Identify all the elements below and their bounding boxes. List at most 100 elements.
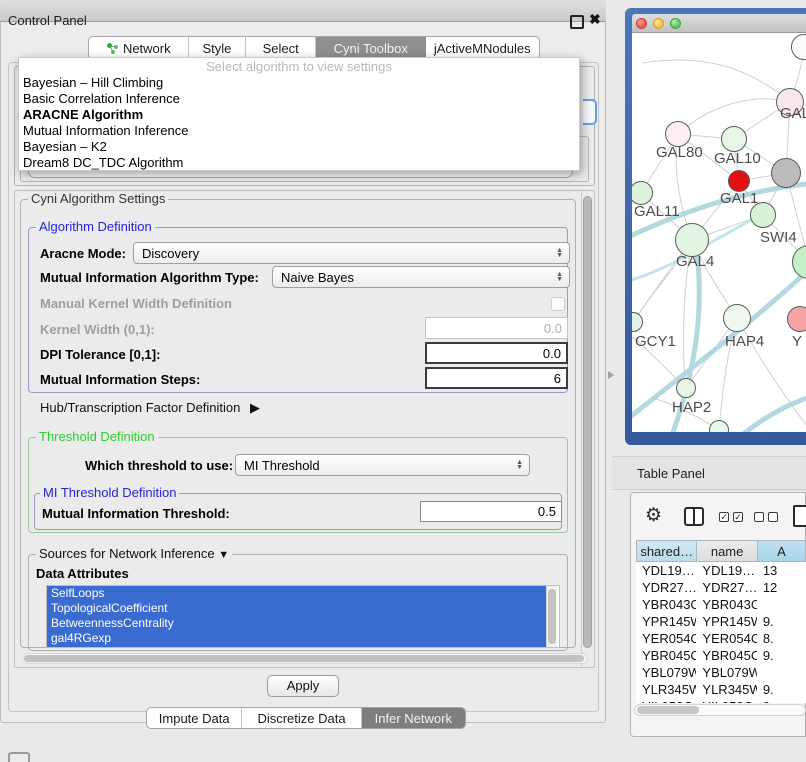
splitter-handle-icon[interactable] [608, 371, 614, 379]
float-window-icon[interactable] [570, 15, 584, 29]
close-traffic-light[interactable] [636, 18, 647, 29]
split-column-icon[interactable] [684, 507, 704, 526]
threshold-definition-title: Threshold Definition [36, 430, 158, 444]
table-row[interactable]: YIL052CYIL052C9 [636, 698, 806, 703]
hub-definition-toggle[interactable]: Hub/Transcription Factor Definition ▶ [40, 400, 260, 416]
table-row[interactable]: YBL079WYBL079W [636, 664, 806, 681]
table-cell: YLR345W [636, 681, 696, 698]
node-hap4[interactable] [723, 304, 751, 332]
document-icon[interactable] [793, 505, 806, 527]
bottom-tabstrip: Impute DataDiscretize DataInfer Network [146, 707, 466, 729]
control-panel-titlebar [0, 0, 606, 22]
minimize-traffic-light[interactable] [653, 18, 664, 29]
algorithm-option-mutual-information-inference[interactable]: Mutual Information Inference [19, 123, 579, 139]
checked-box-icon: ✓ [733, 512, 743, 522]
dropdown-placeholder: Select algorithm to view settings [19, 58, 579, 75]
algorithm-option-dream8-dc-tdc-algorithm[interactable]: Dream8 DC_TDC Algorithm [19, 155, 579, 171]
sources-title-text: Sources for Network Inference [39, 546, 215, 561]
table-hscrollbar-thumb[interactable] [637, 706, 699, 714]
dpi-tolerance-field[interactable] [425, 342, 568, 364]
combo-arrows-icon: ▲▼ [556, 248, 563, 258]
mi-threshold-field[interactable] [420, 501, 562, 522]
table-cell: YDR27… [696, 579, 756, 596]
manual-kernel-checkbox[interactable] [551, 297, 565, 311]
mi-threshold-group-title: MI Threshold Definition [40, 486, 179, 500]
attributes-vscrollbar-thumb[interactable] [548, 589, 556, 644]
attribute-item-topologicalcoefficient[interactable]: TopologicalCoefficient [47, 601, 547, 616]
node-gal10[interactable] [721, 126, 747, 152]
bottom-tab-impute-data[interactable]: Impute Data [147, 708, 242, 728]
node-red-node[interactable] [728, 170, 750, 192]
mi-algorithm-type-combo[interactable]: Naive Bayes ▲▼ [272, 266, 570, 288]
cyni-algorithm-settings-title: Cyni Algorithm Settings [28, 192, 168, 206]
bottom-tab-infer-network[interactable]: Infer Network [362, 708, 465, 728]
table-cell: 9. [757, 613, 806, 630]
network-canvas[interactable]: GALGAL80GAL10GAL1GAL11SWI4GAL4GCY1HAP4YH… [632, 33, 806, 432]
attribute-item-betweennesscentrality[interactable]: BetweennessCentrality [47, 616, 547, 631]
aracne-mode-combo[interactable]: Discovery ▲▼ [133, 242, 570, 264]
node-salmon-node[interactable] [787, 306, 806, 332]
algorithm-option-bayesian-k2[interactable]: Bayesian – K2 [19, 139, 579, 155]
table-row[interactable]: YBR045CYBR045C9. [636, 647, 806, 664]
sources-group-title[interactable]: Sources for Network Inference ▼ [36, 547, 232, 562]
table-cell: YPR145W [696, 613, 756, 630]
table-cell: YER054C [636, 630, 696, 647]
table-cell: YER054C [696, 630, 756, 647]
unchecked-pair-icon[interactable] [754, 512, 778, 522]
node-hap2[interactable] [676, 378, 696, 398]
node-label-gal80: GAL80 [656, 144, 703, 161]
checked-pair-icon[interactable]: ✓ ✓ [719, 512, 743, 522]
close-icon[interactable]: ✖ [589, 11, 601, 28]
tab-label: Select [263, 41, 299, 56]
node-label-hap2: HAP2 [672, 399, 711, 416]
tab-label: Cyni Toolbox [334, 41, 408, 56]
table-row[interactable]: YPR145WYPR145W9. [636, 613, 806, 630]
table-row[interactable]: YDL19…YDL19…13 [636, 562, 806, 579]
attribute-item-selfloops[interactable]: SelfLoops [47, 586, 547, 601]
tab-select[interactable]: Select [246, 37, 316, 59]
data-attributes-list: SelfLoopsTopologicalCoefficientBetweenne… [46, 585, 560, 648]
which-threshold-label: Which threshold to use: [85, 458, 233, 473]
table-cell: 9 [757, 698, 806, 703]
table-cell: YBL079W [636, 664, 696, 681]
table-cell: 9. [757, 681, 806, 698]
apply-button[interactable]: Apply [267, 675, 339, 697]
algorithm-option-aracne-algorithm[interactable]: ARACNE Algorithm [19, 107, 579, 123]
node-label-gal10: GAL10 [714, 150, 761, 167]
tab-jactivemnodules[interactable]: jActiveMNodules [426, 37, 540, 59]
node-gray-node[interactable] [771, 158, 801, 188]
tab-style[interactable]: Style [189, 37, 247, 59]
table-cell: 13 [757, 562, 806, 579]
table-row[interactable]: YDR27…YDR27…12 [636, 579, 806, 596]
table-cell [757, 596, 806, 613]
kernel-width-field[interactable] [425, 317, 568, 339]
bottom-tab-discretize-data[interactable]: Discretize Data [242, 708, 361, 728]
tab-label: Style [202, 41, 231, 56]
occluded-focused-combo[interactable] [583, 99, 597, 125]
which-threshold-combo[interactable]: MI Threshold ▲▼ [235, 454, 530, 476]
column-header-a[interactable]: A [757, 540, 806, 562]
expand-right-icon: ▶ [250, 400, 260, 415]
tab-cyni-toolbox[interactable]: Cyni Toolbox [316, 37, 426, 59]
gear-icon[interactable]: ⚙ [645, 505, 662, 527]
table-cell: 9. [757, 647, 806, 664]
mi-steps-field[interactable] [425, 367, 568, 389]
node-gal4[interactable] [675, 223, 709, 257]
column-header-name[interactable]: name [696, 540, 756, 562]
table-cell [757, 664, 806, 681]
settings-vscrollbar-thumb[interactable] [583, 196, 592, 648]
unchecked-box-icon [754, 512, 764, 522]
attribute-item-gal4rgexp[interactable]: gal4RGexp [47, 631, 547, 646]
algorithm-option-bayesian-hill-climbing[interactable]: Bayesian – Hill Climbing [19, 75, 579, 91]
tab-label: Network [123, 41, 171, 56]
settings-hscrollbar-thumb[interactable] [24, 655, 584, 662]
table-row[interactable]: YBR043CYBR043C [636, 596, 806, 613]
partial-corner-button[interactable] [8, 752, 30, 762]
combo-arrows-icon: ▲▼ [556, 272, 563, 282]
zoom-traffic-light[interactable] [670, 18, 681, 29]
table-row[interactable]: YER054CYER054C8. [636, 630, 806, 647]
column-header-shared[interactable]: shared… [636, 540, 696, 562]
algorithm-option-basic-correlation-inference[interactable]: Basic Correlation Inference [19, 91, 579, 107]
tab-network[interactable]: Network [89, 37, 189, 59]
table-row[interactable]: YLR345WYLR345W9. [636, 681, 806, 698]
